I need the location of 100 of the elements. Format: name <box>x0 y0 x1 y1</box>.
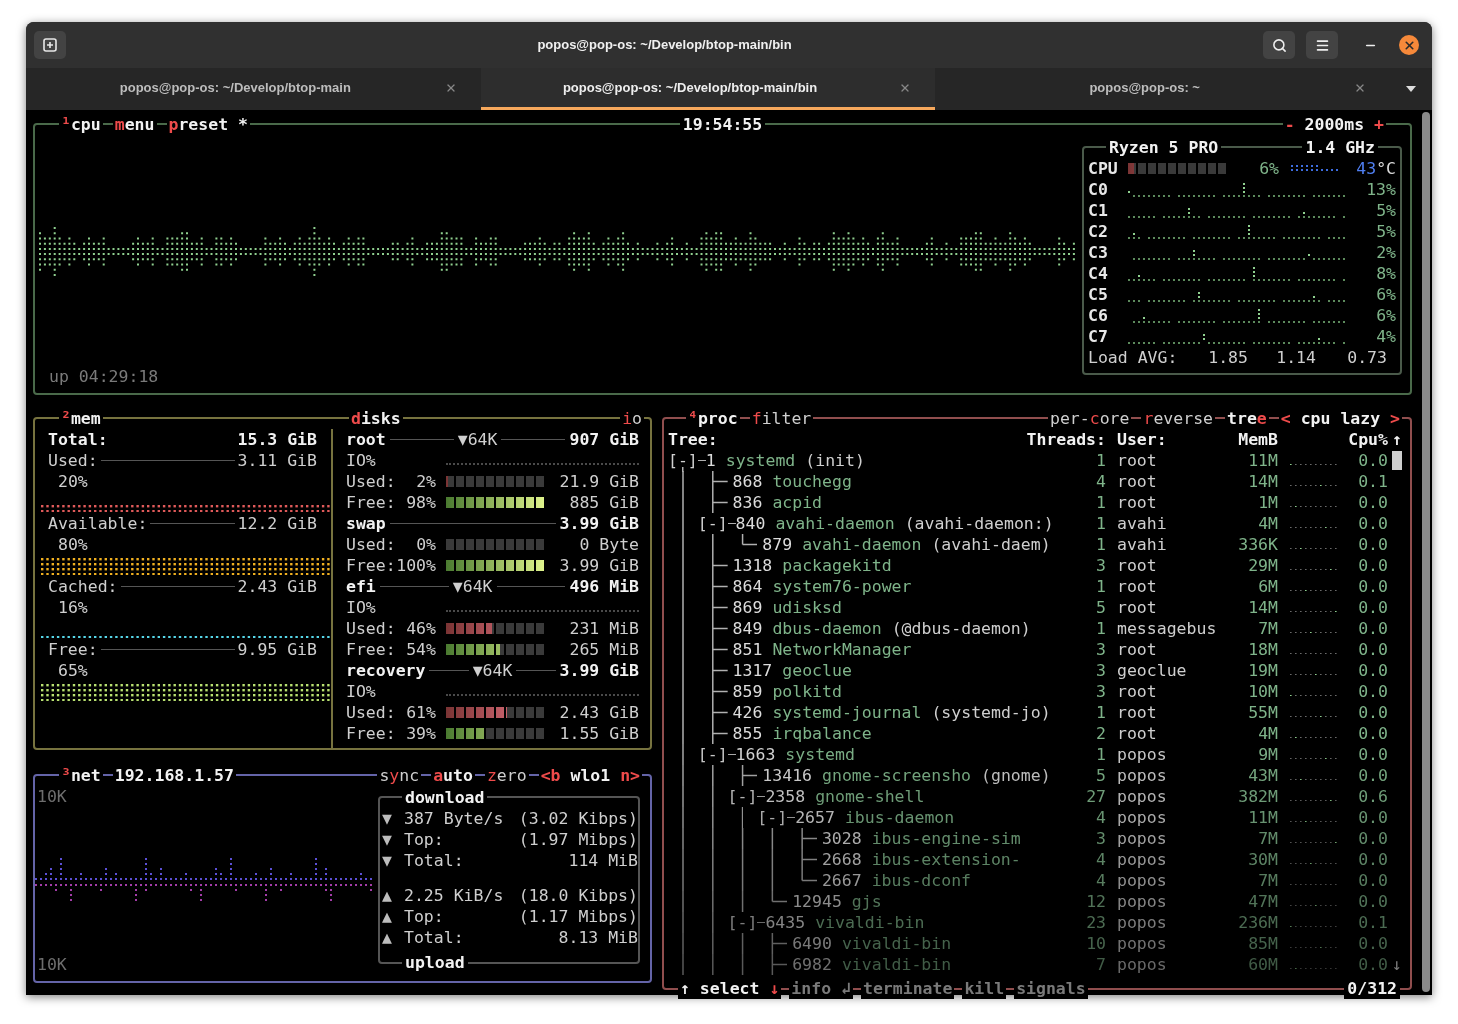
load-value: 1.85 <box>1207 347 1248 368</box>
memory-label: Cached: <box>48 576 118 597</box>
shortcut-hint[interactable]: kill <box>962 978 1007 999</box>
process-user: root <box>1116 702 1158 723</box>
process-user: root <box>1116 471 1158 492</box>
cpu-sparkline <box>1290 925 1337 928</box>
memory-value: 9M <box>1257 744 1278 765</box>
collapse-toggle[interactable]: [-] <box>668 450 698 471</box>
disk-usage-label: Free: <box>346 639 396 660</box>
scroll-down-arrow[interactable]: ↓ <box>1392 954 1402 975</box>
cpu-sparkline <box>1290 715 1337 718</box>
memory-value: 29M <box>1247 555 1278 576</box>
cpu-value: 0.0 <box>1357 597 1388 618</box>
disk-size: 3.99 GiB <box>559 660 639 681</box>
terminal-tab[interactable]: popos@pop-os: ~/Develop/btop-main/bin <box>480 68 936 110</box>
new-tab-button[interactable] <box>34 31 66 59</box>
menu-button[interactable] <box>1306 31 1338 59</box>
thread-count: 10 <box>1085 933 1106 954</box>
process-name: NetworkManager <box>772 639 912 660</box>
disk-usage-value: 21.9 GiB <box>558 471 639 492</box>
memory-value: 4M <box>1257 513 1278 534</box>
process-name: avahi-daemon <box>775 513 895 534</box>
collapse-toggle[interactable]: [-] <box>697 513 728 534</box>
memory-value: 6M <box>1257 576 1278 597</box>
disk-name: recovery <box>346 660 426 681</box>
disk-usage-label: Used: <box>346 702 396 723</box>
core-label: C1 <box>1088 200 1109 221</box>
core-label: C4 <box>1088 263 1109 284</box>
terminal-tab[interactable]: popos@pop-os: ~ <box>935 68 1390 110</box>
process-user: popos <box>1116 744 1168 765</box>
core-percent: 5% <box>1375 221 1396 242</box>
column-header: MemB <box>1237 429 1278 450</box>
core-percent: 8% <box>1375 263 1396 284</box>
process-name: udisksd <box>772 597 842 618</box>
process-id: 840 <box>735 513 766 534</box>
cpu-percent: 6% <box>1258 158 1279 179</box>
process-user: popos <box>1116 870 1168 891</box>
process-id: 1 <box>705 450 716 471</box>
shortcut-hint[interactable]: terminate <box>860 978 955 999</box>
process-name: irqbalance <box>772 723 872 744</box>
collapse-toggle[interactable]: [-] <box>727 912 758 933</box>
disk-usage-percent: 100% <box>396 555 436 576</box>
stats-title: upload <box>402 953 468 972</box>
scroll-up-arrow[interactable]: ↑ <box>1392 429 1402 450</box>
process-id: 836 <box>732 492 763 513</box>
process-name: systemd-journal <box>772 702 922 723</box>
thread-count: 4 <box>1095 870 1106 891</box>
collapse-toggle[interactable]: [-] <box>697 744 728 765</box>
cpu-value: 0.0 <box>1357 891 1388 912</box>
dropdown-caret-icon[interactable] <box>1406 86 1416 92</box>
process-user: avahi <box>1116 513 1168 534</box>
stat-value: (1.17 Mibps) <box>517 906 638 927</box>
tab-label: popos@pop-os: ~/Develop/btop-main <box>119 78 351 97</box>
shortcut-hint[interactable]: info ↲ <box>789 978 853 999</box>
cpu-sparkline <box>1290 883 1337 886</box>
process-id: 3028 <box>821 828 862 849</box>
scroll-thumb[interactable] <box>1392 451 1402 470</box>
process-user: popos <box>1116 891 1168 912</box>
memory-value: 11M <box>1247 450 1278 471</box>
search-button[interactable] <box>1263 31 1295 59</box>
cpu-sparkline <box>1290 904 1337 907</box>
process-user: popos <box>1116 933 1168 954</box>
stat-value: (3.02 Kibps) <box>517 808 638 829</box>
shortcut-hint[interactable]: signals <box>1014 978 1088 999</box>
process-name: systemd <box>725 450 796 471</box>
memory-value: 7M <box>1257 870 1278 891</box>
terminal-tab[interactable]: popos@pop-os: ~/Develop/btop-main <box>26 68 481 110</box>
stat-value: 114 MiB <box>567 850 638 871</box>
cpu-value: 0.0 <box>1357 618 1388 639</box>
scrollbar-thumb[interactable] <box>1422 112 1430 992</box>
process-user: popos <box>1116 807 1168 828</box>
close-button[interactable] <box>1399 35 1419 55</box>
stat-label: Top: <box>404 906 444 927</box>
process-name: gnome-shell <box>815 786 925 807</box>
process-id: 859 <box>732 681 763 702</box>
thread-count: 1 <box>1095 513 1106 534</box>
io-label: IO% <box>346 597 377 618</box>
disk-name: root <box>346 429 386 450</box>
thread-count: 23 <box>1085 912 1106 933</box>
cpu-value: 0.0 <box>1357 723 1388 744</box>
disk-usage-percent: 61% <box>405 702 436 723</box>
load-value: 0.73 <box>1346 347 1387 368</box>
collapse-toggle[interactable]: [-] <box>757 807 788 828</box>
memory-value: 12.2 GiB <box>237 513 317 534</box>
collapse-toggle[interactable]: [-] <box>727 786 758 807</box>
core-label: C5 <box>1088 284 1109 305</box>
disk-usage-label: Used: <box>346 618 396 639</box>
process-user: popos <box>1116 765 1168 786</box>
memory-value: 9.95 GiB <box>237 639 317 660</box>
io-label: IO% <box>346 681 377 702</box>
process-user: messagebus <box>1116 618 1218 639</box>
scale-label: 10K <box>36 786 68 807</box>
memory-value: 236M <box>1237 912 1278 933</box>
thread-count: 4 <box>1095 807 1106 828</box>
thread-count: 3 <box>1095 828 1106 849</box>
direction-arrow: ▲ <box>382 927 393 948</box>
thread-count: 27 <box>1085 786 1106 807</box>
new-tab-icon <box>43 38 57 52</box>
process-user: geoclue <box>1116 660 1188 681</box>
direction-arrow: ▼ <box>382 829 393 850</box>
